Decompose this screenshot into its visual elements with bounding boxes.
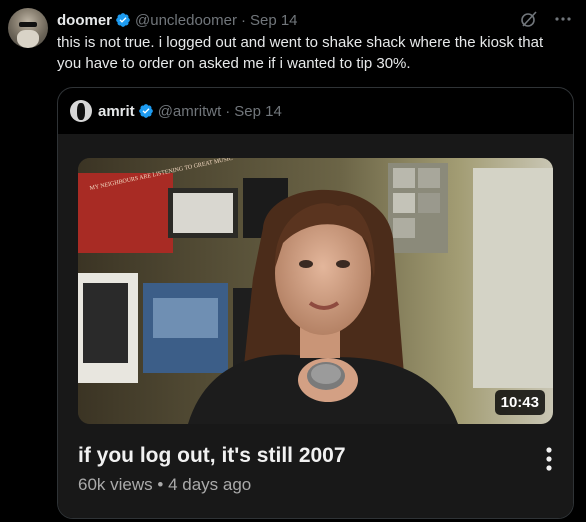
video-card[interactable]: MY NEIGHBOURS ARE LISTENING TO GREAT MUS… — [58, 134, 573, 518]
more-horizontal-icon[interactable] — [554, 10, 572, 33]
meta-separator: • — [157, 475, 164, 494]
video-duration: 10:43 — [494, 390, 545, 415]
video-title[interactable]: if you log out, it's still 2007 — [78, 444, 346, 468]
tweet-header: doomer @uncledoomer · Sep 14 — [57, 10, 298, 30]
video-views: 60k views — [78, 475, 153, 494]
video-meta: 60k views • 4 days ago — [78, 475, 251, 495]
quoted-author-name[interactable]: amrit — [98, 103, 135, 120]
separator: · — [240, 11, 246, 29]
quoted-tweet-header: amrit @amritwt · Sep 14 — [70, 100, 282, 122]
quoted-author-handle[interactable]: @amritwt — [158, 103, 222, 120]
grok-icon[interactable] — [520, 10, 538, 33]
author-handle[interactable]: @uncledoomer — [135, 12, 237, 29]
video-age: 4 days ago — [168, 475, 252, 494]
author-name[interactable]: doomer — [57, 12, 112, 29]
separator: · — [225, 102, 231, 120]
tweet-date[interactable]: Sep 14 — [250, 12, 298, 29]
more-vertical-icon[interactable] — [545, 446, 553, 472]
tweet[interactable]: doomer @uncledoomer · Sep 14 this is not… — [0, 0, 586, 522]
verified-badge-icon — [115, 12, 131, 28]
video-thumbnail[interactable]: MY NEIGHBOURS ARE LISTENING TO GREAT MUS… — [78, 158, 553, 424]
quoted-author-avatar[interactable] — [70, 100, 92, 122]
quoted-tweet[interactable]: amrit @amritwt · Sep 14 MY NEIGHBOURS AR… — [57, 87, 574, 519]
author-avatar[interactable] — [8, 8, 48, 48]
verified-badge-icon — [138, 103, 154, 119]
tweet-text: this is not true. i logged out and went … — [57, 34, 544, 72]
quoted-tweet-date[interactable]: Sep 14 — [234, 103, 282, 120]
